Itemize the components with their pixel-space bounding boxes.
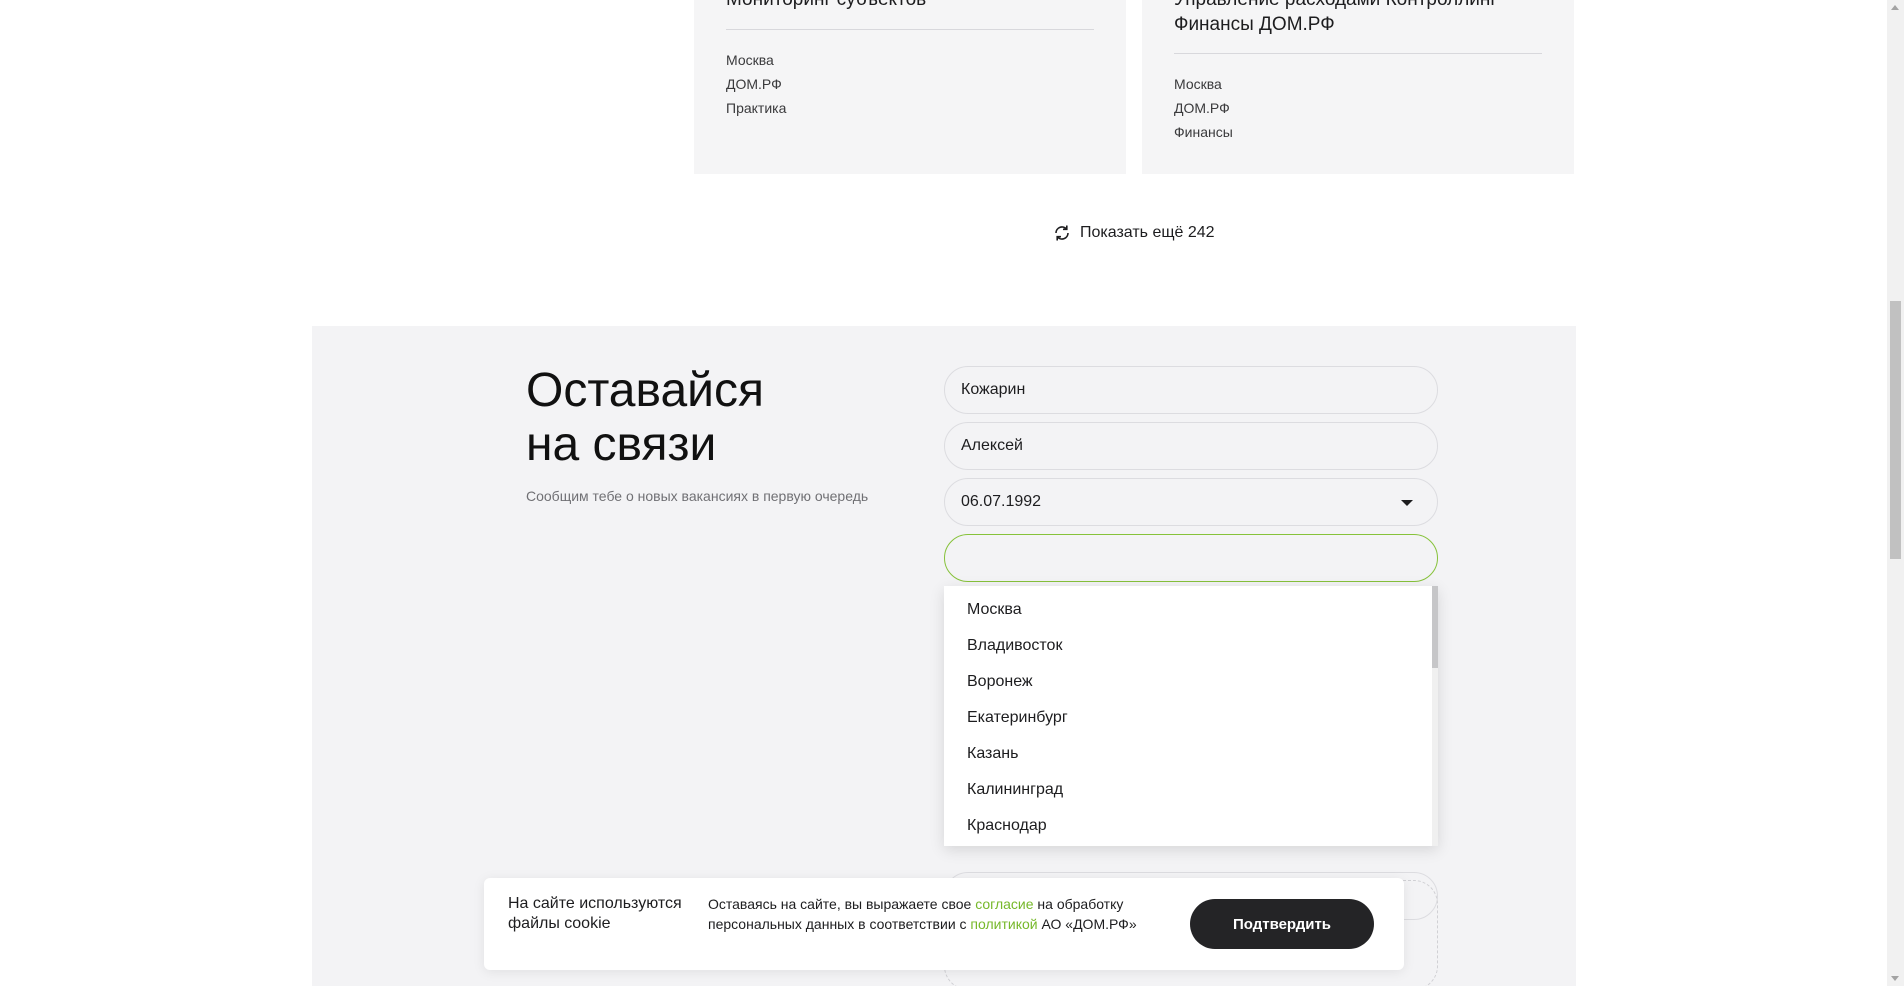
subscribe-title: Оставайся на связи bbox=[526, 364, 764, 472]
city-dropdown[interactable]: Москва Владивосток Воронеж Екатеринбург … bbox=[944, 586, 1438, 846]
vacancy-city: Москва bbox=[1174, 76, 1222, 92]
card-divider bbox=[1174, 53, 1542, 54]
last-name-field[interactable]: Кожарин bbox=[944, 366, 1438, 414]
scroll-up-arrow-icon[interactable] bbox=[1891, 5, 1899, 10]
city-option[interactable]: Краснодар bbox=[944, 808, 1438, 844]
vacancy-meta: Москва ДОМ.РФ Финансы bbox=[1174, 72, 1233, 144]
vacancy-meta: Москва ДОМ.РФ Практика bbox=[726, 48, 786, 120]
refresh-icon bbox=[1055, 225, 1069, 241]
subscribe-subtitle: Сообщим тебе о новых вакансиях в первую … bbox=[526, 488, 869, 504]
dropdown-scrollbar[interactable] bbox=[1432, 586, 1438, 846]
scroll-down-arrow-icon[interactable] bbox=[1891, 976, 1899, 981]
cookie-banner: На сайте используются файлы cookie Остав… bbox=[484, 878, 1404, 970]
cookie-text: Оставаясь на сайте, вы выражаете свое со… bbox=[708, 894, 1168, 934]
city-option[interactable]: Казань bbox=[944, 736, 1438, 772]
show-more-button[interactable]: Показать ещё 242 bbox=[1052, 220, 1215, 246]
page-scrollbar[interactable] bbox=[1887, 0, 1904, 986]
city-option[interactable]: Владивосток bbox=[944, 628, 1438, 664]
vacancy-company: ДОМ.РФ bbox=[726, 76, 782, 92]
city-option[interactable]: Москва bbox=[944, 592, 1438, 628]
vacancy-direction: Финансы bbox=[1174, 124, 1233, 140]
vacancy-card[interactable]: Мониторинг субъектов Москва ДОМ.РФ Практ… bbox=[694, 0, 1126, 174]
page-scroll-thumb[interactable] bbox=[1890, 301, 1901, 559]
vacancy-city: Москва bbox=[726, 52, 774, 68]
birthdate-select[interactable]: 06.07.1992 bbox=[944, 478, 1438, 526]
cookie-title: На сайте используются файлы cookie bbox=[508, 895, 682, 932]
show-more-label: Показать ещё 242 bbox=[1080, 224, 1215, 241]
last-name-value: Кожарин bbox=[961, 381, 1026, 398]
city-input[interactable] bbox=[944, 534, 1438, 582]
first-name-value: Алексей bbox=[961, 437, 1023, 454]
first-name-field[interactable]: Алексей bbox=[944, 422, 1438, 470]
cookie-text-part: Оставаясь на сайте, вы выражаете свое bbox=[708, 896, 976, 912]
city-option[interactable]: Екатеринбург bbox=[944, 700, 1438, 736]
caret-down-icon[interactable] bbox=[1401, 500, 1413, 506]
city-option[interactable]: Воронеж bbox=[944, 664, 1438, 700]
policy-link[interactable]: политикой bbox=[970, 916, 1037, 932]
consent-link[interactable]: согласие bbox=[975, 896, 1033, 912]
city-option[interactable]: Калининград bbox=[944, 772, 1438, 808]
vacancy-card[interactable]: Управление расходами Контроллинг Финансы… bbox=[1142, 0, 1574, 174]
vacancy-title[interactable]: Мониторинг субъектов bbox=[726, 0, 1096, 12]
cookie-text-part: АО «ДОМ.РФ» bbox=[1037, 916, 1137, 932]
vacancy-title[interactable]: Управление расходами Контроллинг Финансы… bbox=[1174, 0, 1544, 37]
vacancy-direction: Практика bbox=[726, 100, 787, 116]
dropdown-scroll-thumb[interactable] bbox=[1432, 586, 1438, 668]
city-options-list: Москва Владивосток Воронеж Екатеринбург … bbox=[944, 586, 1438, 844]
birthdate-value: 06.07.1992 bbox=[961, 493, 1042, 510]
card-divider bbox=[726, 29, 1094, 30]
subscribe-title-line: Оставайся bbox=[526, 364, 764, 417]
confirm-cookie-button[interactable]: Подтвердить bbox=[1190, 899, 1374, 949]
vacancy-company: ДОМ.РФ bbox=[1174, 100, 1230, 116]
subscribe-title-line: на связи bbox=[526, 418, 717, 471]
